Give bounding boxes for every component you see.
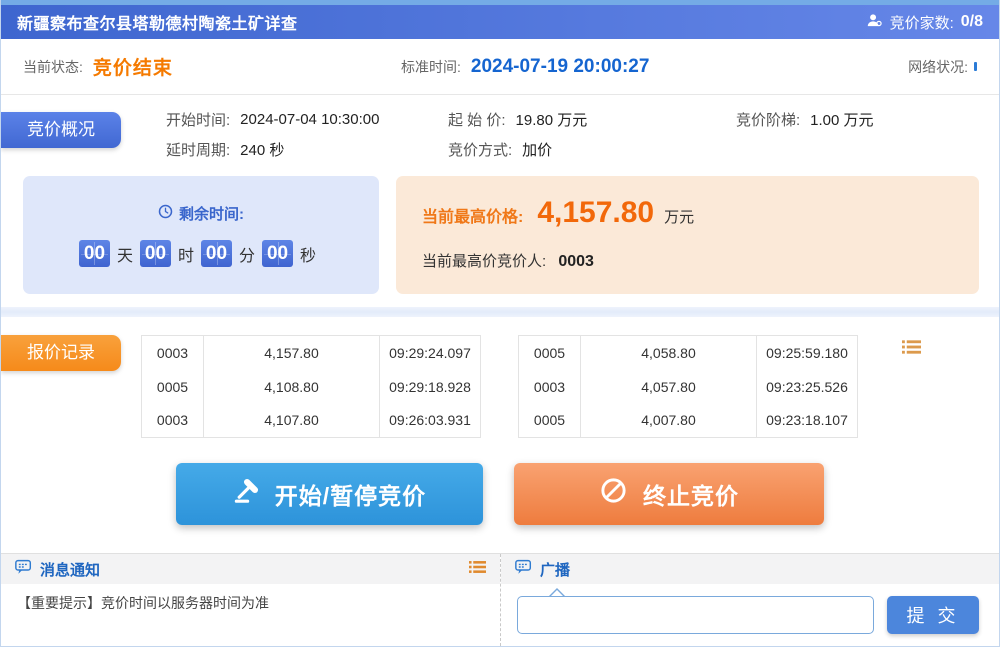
time-cell: 09:26:03.931 [380, 404, 481, 438]
price-cell: 4,107.80 [204, 404, 380, 438]
price-cell: 4,157.80 [204, 336, 380, 370]
field-bid-increment: 竞价阶梯: 1.00 万元 [736, 109, 999, 130]
price-cell: 4,007.80 [581, 404, 757, 438]
time-cell: 09:23:25.526 [757, 370, 858, 404]
users-icon [866, 12, 883, 33]
gavel-icon [233, 477, 260, 510]
countdown-minutes: 00 [201, 240, 232, 267]
broadcast-title: 广播 [540, 559, 570, 580]
broadcast-header: 广播 [501, 554, 999, 584]
field-start-time: 开始时间: 2024-07-04 10:30:00 [166, 109, 448, 130]
countdown-panel: 剩余时间: 00 天 00 时 00 分 00 秒 [23, 176, 379, 294]
countdown-seconds: 00 [262, 240, 293, 267]
table-row: 0005 4,108.80 09:29:18.928 [142, 370, 481, 404]
overview-section-label: 竞价概况 [1, 112, 121, 148]
records-section-label: 报价记录 [1, 335, 121, 371]
broadcast-input[interactable] [517, 596, 874, 634]
time-cell: 09:23:18.107 [757, 404, 858, 438]
table-row: 0003 4,107.80 09:26:03.931 [142, 404, 481, 438]
highest-bidder-value: 0003 [558, 253, 594, 270]
time-cell: 09:29:18.928 [380, 370, 481, 404]
bid-records-table-left: 0003 4,157.80 09:29:24.097 0005 4,108.80… [141, 335, 481, 438]
table-row: 0005 4,058.80 09:25:59.180 [519, 336, 858, 370]
notices-list-icon[interactable] [469, 560, 486, 579]
price-cell: 4,058.80 [581, 336, 757, 370]
bidder-cell: 0005 [142, 370, 204, 404]
time-cell: 09:29:24.097 [380, 336, 481, 370]
bid-records-section: 报价记录 0003 4,157.80 09:29:24.097 0005 4,1… [1, 317, 999, 462]
title-bar: 新疆察布查尔县塔勒德村陶瓷土矿详查 竞价家数: 0/8 [1, 5, 999, 39]
bidder-cell: 0005 [519, 404, 581, 438]
clock-icon [158, 204, 173, 223]
countdown-digits: 00 天 00 时 00 分 00 秒 [79, 240, 323, 267]
table-row: 0005 4,007.80 09:23:18.107 [519, 404, 858, 438]
records-list-icon[interactable] [902, 339, 921, 360]
network-signal-icon [974, 62, 977, 71]
page-title: 新疆察布查尔县塔勒德村陶瓷土矿详查 [17, 10, 298, 34]
auction-page: 新疆察布查尔县塔勒德村陶瓷土矿详查 竞价家数: 0/8 当前状态: 竞价结束 标… [0, 0, 1000, 647]
broadcast-panel: 广播 提 交 [501, 554, 999, 646]
bidder-cell: 0003 [142, 404, 204, 438]
state-label: 当前状态: [23, 57, 83, 77]
bidder-cell: 0003 [519, 370, 581, 404]
time-cell: 09:25:59.180 [757, 336, 858, 370]
server-time: 标准时间: 2024-07-19 20:00:27 [401, 56, 649, 78]
prohibit-icon [599, 476, 628, 511]
table-row: 0003 4,057.80 09:23:25.526 [519, 370, 858, 404]
bidder-cell: 0003 [142, 336, 204, 370]
highest-bidder-label: 当前最高价竞价人: [422, 253, 546, 270]
bidders-label: 竞价家数: [890, 12, 954, 33]
overview-fields: 开始时间: 2024-07-04 10:30:00 起 始 价: 19.80 万… [166, 95, 999, 160]
terminate-bid-button[interactable]: 终止竞价 [514, 463, 824, 525]
status-bar: 当前状态: 竞价结束 标准时间: 2024-07-19 20:00:27 网络状… [1, 39, 999, 95]
table-row: 0003 4,157.80 09:29:24.097 [142, 336, 481, 370]
notices-title: 消息通知 [40, 559, 100, 580]
field-bid-mode: 竞价方式: 加价 [448, 139, 736, 160]
countdown-title: 剩余时间: [158, 203, 244, 224]
bidders-counter: 竞价家数: 0/8 [866, 12, 983, 33]
submit-button[interactable]: 提 交 [887, 596, 979, 634]
field-start-price: 起 始 价: 19.80 万元 [448, 109, 736, 130]
highest-price-panel: 当前最高价格: 4,157.80 万元 当前最高价竞价人: 0003 [396, 176, 979, 294]
field-delay-period: 延时周期: 240 秒 [166, 139, 448, 160]
time-value: 2024-07-19 20:00:27 [471, 56, 650, 78]
auction-overview-section: 竞价概况 开始时间: 2024-07-04 10:30:00 起 始 价: 19… [1, 95, 999, 307]
countdown-days: 00 [79, 240, 110, 267]
network-status: 网络状况: [908, 57, 977, 77]
countdown-hours: 00 [140, 240, 171, 267]
notice-message: 【重要提示】竞价时间以服务器时间为准 [1, 584, 500, 622]
highest-price-value: 4,157.80 [537, 196, 654, 230]
bid-records-table-right: 0005 4,058.80 09:25:59.180 0003 4,057.80… [518, 335, 858, 438]
bottom-panels: 消息通知 【重要提示】竞价时间以服务器时间为准 [1, 553, 999, 646]
action-buttons: 开始/暂停竞价 终止竞价 [1, 462, 999, 525]
price-cell: 4,108.80 [204, 370, 380, 404]
highest-price-label: 当前最高价格: [422, 203, 523, 227]
time-label: 标准时间: [401, 57, 461, 77]
bidders-count: 0/8 [961, 13, 983, 31]
notices-panel: 消息通知 【重要提示】竞价时间以服务器时间为准 [1, 554, 501, 646]
start-pause-bid-button[interactable]: 开始/暂停竞价 [176, 463, 483, 525]
price-cell: 4,057.80 [581, 370, 757, 404]
network-label: 网络状况: [908, 57, 968, 77]
broadcast-input-wrap [517, 596, 874, 634]
section-divider [1, 307, 999, 317]
speech-bubble-icon [15, 559, 32, 580]
bidder-cell: 0005 [519, 336, 581, 370]
state-value: 竞价结束 [93, 53, 173, 80]
speech-bubble-icon [515, 559, 532, 580]
notices-header: 消息通知 [1, 554, 500, 584]
highest-price-unit: 万元 [664, 206, 694, 227]
